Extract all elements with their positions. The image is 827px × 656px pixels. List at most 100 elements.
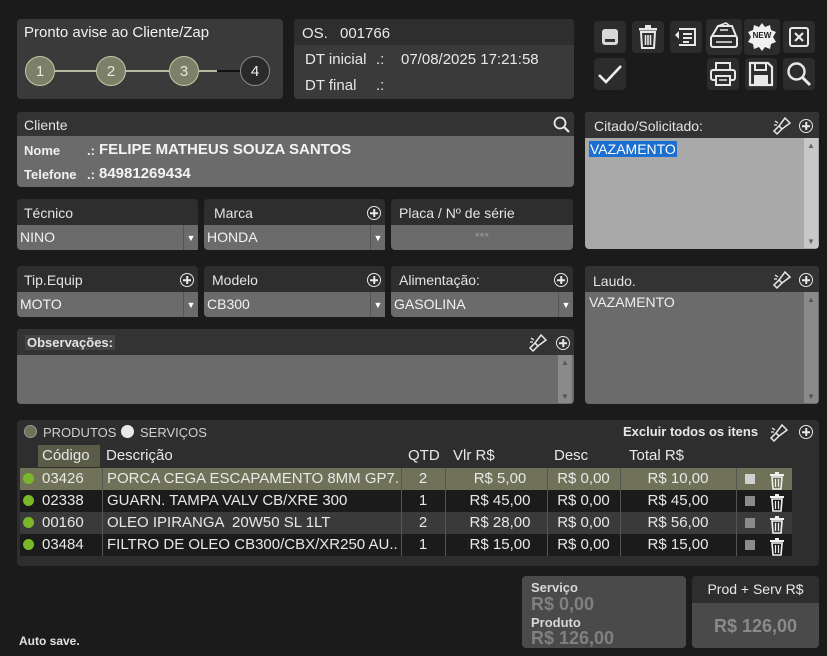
tip-equip-value: MOTO	[20, 296, 62, 312]
add-citado-icon[interactable]	[799, 119, 813, 133]
add-item-icon[interactable]	[799, 425, 813, 439]
col-desc-header[interactable]: Desc	[554, 445, 624, 467]
laudo-title: Laudo.	[593, 273, 636, 289]
citado-value: VAZAMENTO	[589, 141, 677, 157]
status-dot-icon	[23, 539, 34, 550]
col-qtd-header[interactable]: QTD	[408, 445, 448, 467]
chevron-down-icon[interactable]: ▼	[370, 292, 385, 317]
cliente-nome-value[interactable]: FELIPE MATHEUS SOUZA SANTOS	[99, 141, 351, 158]
table-row[interactable]: 00160 OLEO IPIRANGA 20W50 SL 1LT 2 R$ 28…	[20, 512, 792, 534]
cliente-search-icon[interactable]	[553, 116, 571, 134]
prod-serv-label: Prod + Serv R$	[707, 581, 804, 597]
row-total: R$ 15,00	[647, 536, 709, 553]
print-button[interactable]	[707, 58, 739, 90]
add-observacoes-icon[interactable]	[556, 336, 570, 350]
minimize-icon	[602, 29, 618, 45]
chevron-down-icon[interactable]: ▼	[370, 225, 385, 250]
delete-os-button[interactable]	[632, 21, 664, 53]
dt-inicial-value: 07/08/2025 17:21:58	[401, 51, 539, 68]
add-marca-icon[interactable]	[367, 206, 381, 220]
row-checkbox[interactable]	[745, 518, 755, 528]
receipt-printer-button[interactable]	[706, 19, 742, 55]
row-trash-icon[interactable]	[769, 514, 785, 536]
close-button[interactable]	[783, 21, 815, 53]
new-os-button[interactable]: NEW	[744, 19, 780, 55]
search-button[interactable]	[783, 58, 815, 90]
cliente-panel: Cliente Nome .: FELIPE MATHEUS SOUZA SAN…	[17, 112, 574, 187]
alimentacao-select[interactable]: GASOLINA ▼	[391, 292, 573, 317]
row-checkbox[interactable]	[745, 474, 755, 484]
table-divider	[401, 468, 402, 556]
row-checkbox[interactable]	[745, 540, 755, 550]
scroll-down-icon[interactable]: ▼	[558, 389, 572, 403]
row-trash-icon[interactable]	[769, 470, 785, 492]
placa-panel: Placa / Nº de série ***	[391, 199, 573, 250]
citado-panel: Citado/Solicitado: VAZAMENTO ▲ ▼	[585, 112, 819, 249]
confirm-button[interactable]	[594, 58, 626, 90]
add-laudo-icon[interactable]	[799, 273, 813, 287]
clear-citado-icon[interactable]	[772, 116, 792, 136]
row-descricao: FILTRO DE OLEO CB300/CBX/XR250 AU...	[107, 536, 399, 553]
autosave-status: Auto save.	[19, 634, 80, 648]
cliente-telefone-sep: .:	[87, 167, 95, 182]
status-dot-icon	[23, 495, 34, 506]
citado-title: Citado/Solicitado:	[594, 118, 703, 134]
save-button[interactable]	[745, 58, 777, 90]
radio-produtos-label: PRODUTOS	[43, 425, 117, 440]
duplicate-button[interactable]	[670, 21, 702, 53]
scroll-down-icon[interactable]: ▼	[804, 389, 818, 403]
add-tip-equip-icon[interactable]	[180, 273, 194, 287]
add-alimentacao-icon[interactable]	[554, 273, 568, 287]
scroll-up-icon[interactable]: ▲	[558, 355, 572, 369]
os-label: OS.	[302, 25, 328, 42]
row-trash-icon[interactable]	[769, 492, 785, 514]
excluir-todos-button[interactable]: Excluir todos os itens	[623, 424, 758, 439]
clear-laudo-icon[interactable]	[772, 270, 792, 290]
dt-final-label: DT final	[305, 77, 357, 94]
chevron-down-icon[interactable]: ▼	[183, 292, 198, 317]
table-row[interactable]: 03426 PORCA CEGA ESCAPAMENTO 8MM GP7... …	[20, 468, 792, 490]
table-divider	[620, 468, 621, 556]
add-modelo-icon[interactable]	[367, 273, 381, 287]
clear-observacoes-icon[interactable]	[528, 333, 548, 353]
minimize-button[interactable]	[594, 21, 626, 53]
citado-scrollbar[interactable]: ▲ ▼	[804, 138, 818, 248]
row-desc: R$ 0,00	[557, 492, 610, 509]
table-row[interactable]: 02338 GUARN. TAMPA VALV CB/XRE 300 1 R$ …	[20, 490, 792, 512]
marca-select[interactable]: HONDA ▼	[204, 225, 385, 250]
status-step-2[interactable]: 2	[96, 56, 126, 86]
status-step-4[interactable]: 4	[240, 56, 270, 86]
col-total-header[interactable]: Total R$	[629, 445, 729, 467]
cliente-title: Cliente	[24, 117, 68, 133]
row-trash-icon[interactable]	[769, 536, 785, 558]
scroll-up-icon[interactable]: ▲	[804, 138, 818, 152]
col-descricao-header[interactable]: Descrição	[106, 445, 396, 467]
tip-equip-select[interactable]: MOTO ▼	[17, 292, 198, 317]
scroll-down-icon[interactable]: ▼	[804, 234, 818, 248]
tip-equip-label: Tip.Equip	[24, 272, 83, 288]
scroll-up-icon[interactable]: ▲	[804, 292, 818, 306]
new-badge-icon: NEW	[747, 22, 777, 52]
row-qtd: 1	[418, 492, 428, 509]
observacoes-scrollbar[interactable]: ▲ ▼	[558, 355, 572, 403]
tecnico-select[interactable]: NINO ▼	[17, 225, 198, 250]
table-row[interactable]: 03484 FILTRO DE OLEO CB300/CBX/XR250 AU.…	[20, 534, 792, 556]
col-codigo-header[interactable]: Código	[38, 445, 100, 467]
placa-input[interactable]: ***	[391, 225, 573, 250]
observacoes-textarea[interactable]	[17, 355, 557, 404]
clear-items-icon[interactable]	[769, 423, 789, 443]
chevron-down-icon[interactable]: ▼	[558, 292, 573, 317]
row-checkbox[interactable]	[745, 496, 755, 506]
chevron-down-icon[interactable]: ▼	[183, 225, 198, 250]
tip-equip-panel: Tip.Equip MOTO ▼	[17, 266, 198, 317]
col-vlr-header[interactable]: Vlr R$	[453, 445, 543, 467]
status-step-1[interactable]: 1	[25, 56, 55, 86]
citado-textarea[interactable]: VAZAMENTO	[585, 138, 803, 249]
row-vlr: R$ 5,00	[473, 470, 527, 487]
laudo-scrollbar[interactable]: ▲ ▼	[804, 292, 818, 403]
cliente-telefone-value[interactable]: 84981269434	[99, 165, 191, 182]
modelo-select[interactable]: CB300 ▼	[204, 292, 385, 317]
os-header	[294, 19, 574, 45]
status-step-3[interactable]: 3	[169, 56, 199, 86]
laudo-textarea[interactable]: VAZAMENTO	[585, 292, 803, 404]
